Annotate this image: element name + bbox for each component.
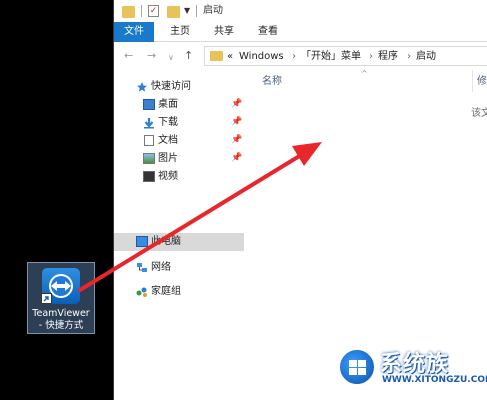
watermark-url: WWW.XITONGZU.COM (382, 375, 487, 385)
watermark-brand: 系统族 (380, 352, 450, 377)
watermark: 系统族 WWW.XITONGZU.COM (330, 330, 487, 400)
windows-logo-icon (338, 348, 376, 386)
